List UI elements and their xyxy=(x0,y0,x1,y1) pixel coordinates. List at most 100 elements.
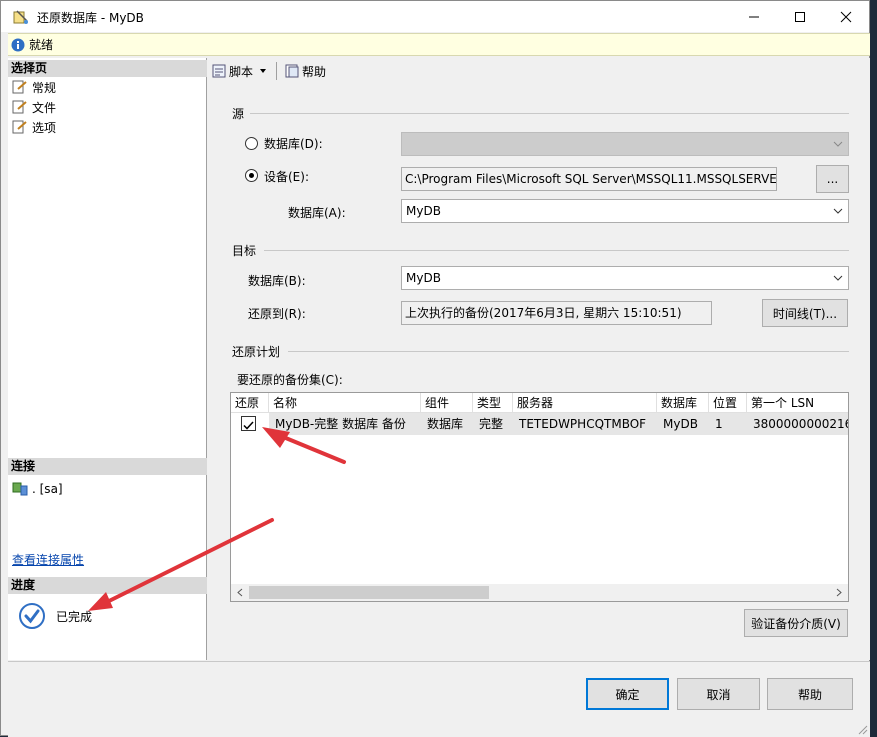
cancel-button[interactable]: 取消 xyxy=(677,678,760,710)
restore-database-icon xyxy=(13,10,28,24)
right-panel: 脚本 帮助 源 数据库(D): 设备(E): C:\Program Files\… xyxy=(208,58,870,660)
restore-to-label: 还原到(R): xyxy=(248,307,306,321)
position-cell: 1 xyxy=(709,413,747,435)
target-section-label: 目标 xyxy=(232,244,257,258)
verify-backup-media-button[interactable]: 验证备份介质(V) xyxy=(744,609,848,637)
source-database-combo[interactable] xyxy=(401,132,849,156)
script-label: 脚本 xyxy=(229,64,254,79)
connection-value: . [sa] xyxy=(32,482,63,496)
browse-device-button[interactable]: ... xyxy=(816,165,849,193)
target-section-divider xyxy=(264,250,849,251)
device-radio-label: 设备(E): xyxy=(264,170,309,184)
source-section-label: 源 xyxy=(232,107,245,121)
checkmark-icon xyxy=(243,421,254,430)
horizontal-scrollbar[interactable] xyxy=(231,584,848,601)
component-cell: 数据库 xyxy=(421,413,473,435)
table-row[interactable]: MyDB-完整 数据库 备份 数据库 完整 TETEDWPHCQTMBOF My… xyxy=(231,413,848,435)
page-item-label: 常规 xyxy=(32,80,57,95)
page-item-label: 文件 xyxy=(32,100,57,115)
dropdown-arrow-icon xyxy=(260,69,267,73)
restore-to-field: 上次执行的备份(2017年6月3日, 星期六 15:10:51) xyxy=(401,301,712,325)
server-connection-icon xyxy=(12,482,28,496)
column-header-position[interactable]: 位置 xyxy=(709,393,747,413)
toolbar-separator xyxy=(276,62,278,80)
script-icon xyxy=(212,64,226,78)
page-icon xyxy=(12,100,27,114)
progress-value: 已完成 xyxy=(56,609,93,624)
info-icon xyxy=(11,38,25,51)
ok-button[interactable]: 确定 xyxy=(586,678,669,710)
type-cell: 完整 xyxy=(473,413,513,435)
restore-plan-divider xyxy=(288,351,849,352)
page-item-label: 选项 xyxy=(32,120,57,135)
target-database-label: 数据库(B): xyxy=(248,274,306,288)
chevron-down-icon xyxy=(833,275,843,281)
target-database-combo[interactable]: MyDB xyxy=(401,266,849,290)
backup-name-cell: MyDB-完整 数据库 备份 xyxy=(269,413,421,435)
maximize-icon xyxy=(795,11,805,22)
view-connection-properties-label: 查看连接属性 xyxy=(12,552,85,567)
restore-database-window: 还原数据库 - MyDB 就绪 选择页 常规 文件 选项 连接 . [sa] 查… xyxy=(0,0,870,737)
column-header-restore[interactable]: 还原 xyxy=(231,393,269,413)
progress-status: 已完成 xyxy=(18,602,92,630)
page-icon xyxy=(12,80,27,94)
close-button[interactable] xyxy=(823,1,869,32)
column-header-server[interactable]: 服务器 xyxy=(513,393,657,413)
restore-cell xyxy=(231,413,269,435)
backup-sets-label: 要还原的备份集(C): xyxy=(237,373,343,387)
column-header-type[interactable]: 类型 xyxy=(473,393,513,413)
device-database-value: MyDB xyxy=(406,204,441,218)
help-button[interactable]: 帮助 xyxy=(767,678,853,710)
progress-header: 进度 xyxy=(8,577,207,594)
check-circle-icon xyxy=(19,603,45,629)
column-header-first-lsn[interactable]: 第一个 LSN xyxy=(747,393,848,413)
column-header-database[interactable]: 数据库 xyxy=(657,393,709,413)
scroll-left-icon[interactable] xyxy=(233,586,247,599)
view-connection-properties-link[interactable]: 查看连接属性 xyxy=(12,550,84,568)
window-title: 还原数据库 - MyDB xyxy=(37,11,144,25)
help-icon xyxy=(285,64,299,78)
column-header-component[interactable]: 组件 xyxy=(421,393,473,413)
restore-plan-section-label: 还原计划 xyxy=(232,345,281,359)
minimize-icon xyxy=(749,16,759,17)
database-cell: MyDB xyxy=(657,413,709,435)
page-item-options[interactable]: 选项 xyxy=(12,118,56,136)
target-database-value: MyDB xyxy=(406,271,441,285)
grid-header: 还原 名称 组件 类型 服务器 数据库 位置 第一个 LSN xyxy=(231,393,848,413)
first-lsn-cell: 380000000021600 xyxy=(747,413,848,435)
script-button[interactable]: 脚本 xyxy=(208,60,272,82)
restore-checkbox[interactable] xyxy=(241,416,256,431)
device-path-field[interactable]: C:\Program Files\Microsoft SQL Server\MS… xyxy=(401,167,777,191)
scroll-right-icon[interactable] xyxy=(832,586,846,599)
select-page-header: 选择页 xyxy=(8,60,207,77)
status-strip: 就绪 xyxy=(8,33,870,56)
chevron-down-icon xyxy=(833,141,843,147)
scroll-thumb[interactable] xyxy=(249,586,489,599)
close-icon xyxy=(840,11,852,22)
server-cell: TETEDWPHCQTMBOF xyxy=(513,413,657,435)
title-bar[interactable]: 还原数据库 - MyDB xyxy=(1,1,869,32)
chevron-down-icon xyxy=(833,208,843,214)
timeline-button[interactable]: 时间线(T)... xyxy=(762,299,848,327)
page-icon xyxy=(12,120,27,134)
database-radio[interactable] xyxy=(245,137,258,150)
source-section-divider xyxy=(250,113,849,114)
help-toolbar-button[interactable]: 帮助 xyxy=(281,60,329,82)
status-text: 就绪 xyxy=(29,38,54,52)
left-panel: 选择页 常规 文件 选项 连接 . [sa] 查看连接属性 进度 已完成 xyxy=(8,58,207,660)
toolbar: 脚本 帮助 xyxy=(208,58,870,84)
maximize-button[interactable] xyxy=(777,1,823,32)
dialog-footer: 确定 取消 帮助 xyxy=(8,661,870,737)
database-radio-label: 数据库(D): xyxy=(264,137,323,151)
column-header-name[interactable]: 名称 xyxy=(269,393,421,413)
page-item-files[interactable]: 文件 xyxy=(12,98,56,116)
page-item-general[interactable]: 常规 xyxy=(12,78,56,96)
device-radio[interactable] xyxy=(245,169,258,182)
connection-header: 连接 xyxy=(8,458,207,475)
resize-grip-icon[interactable] xyxy=(856,723,868,735)
help-toolbar-label: 帮助 xyxy=(302,64,327,79)
backup-sets-grid[interactable]: 还原 名称 组件 类型 服务器 数据库 位置 第一个 LSN MyDB-完整 数… xyxy=(230,392,849,602)
minimize-button[interactable] xyxy=(731,1,777,32)
device-database-combo[interactable]: MyDB xyxy=(401,199,849,223)
device-database-label: 数据库(A): xyxy=(288,206,346,220)
